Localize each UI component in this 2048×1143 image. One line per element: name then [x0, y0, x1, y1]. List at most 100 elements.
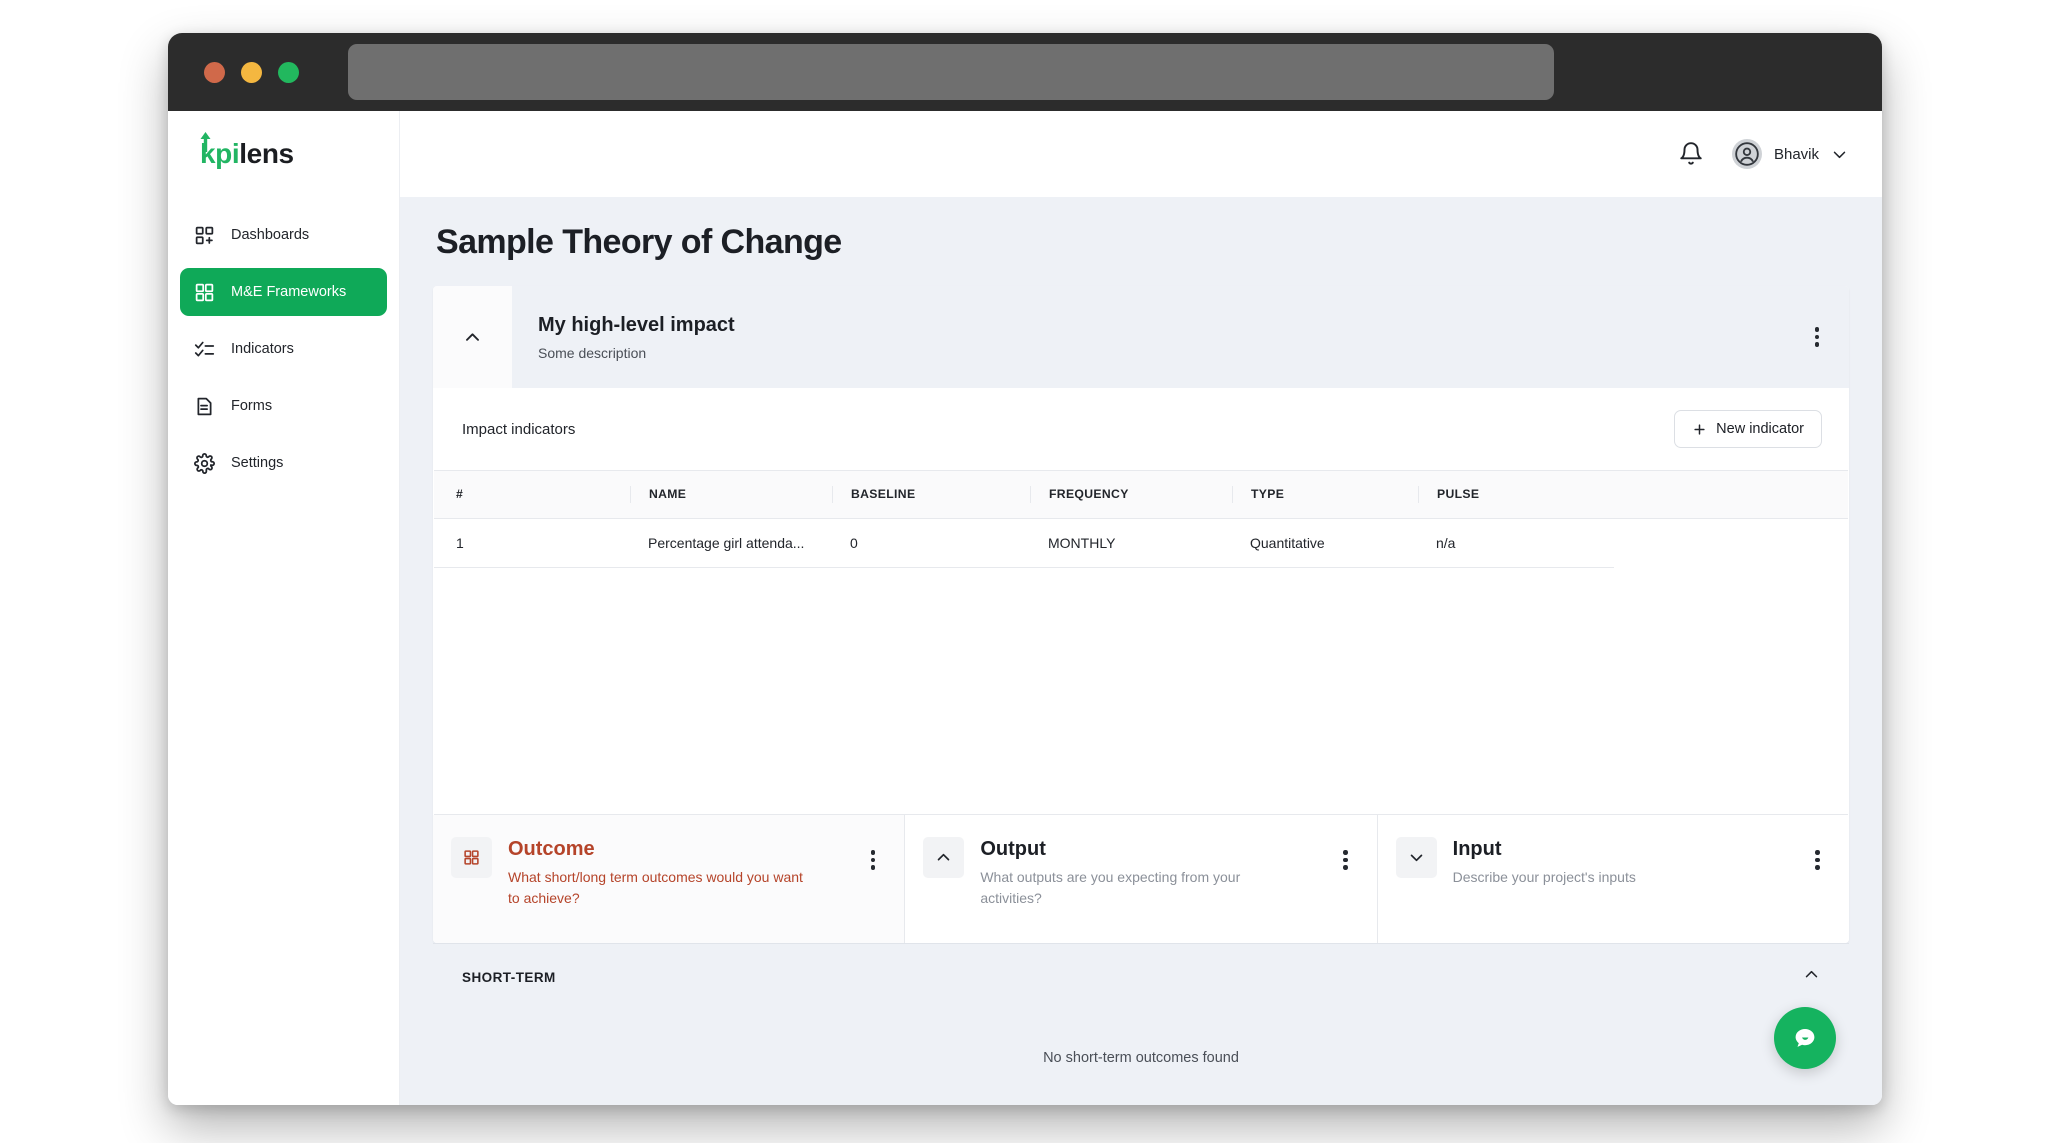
column-header-name[interactable]: NAME [630, 471, 832, 519]
chevron-down-icon [1831, 146, 1848, 163]
stage-card-outcome[interactable]: Outcome What short/long term outcomes wo… [433, 815, 905, 943]
table-body: 1 Percentage girl attenda... 0 MONTHLY Q… [434, 519, 1848, 568]
kebab-menu-icon [871, 847, 876, 873]
impact-indicators-label: Impact indicators [462, 421, 575, 438]
table-row[interactable]: 1 Percentage girl attenda... 0 MONTHLY Q… [434, 519, 1848, 568]
short-term-label: SHORT-TERM [462, 970, 556, 985]
impact-menu-button[interactable] [1785, 286, 1849, 388]
sidebar-item-label: Settings [231, 455, 283, 471]
outcome-menu-button[interactable] [858, 837, 888, 873]
stage-description: Describe your project's inputs [1453, 867, 1753, 888]
kebab-menu-icon [1815, 847, 1820, 873]
new-indicator-label: New indicator [1716, 421, 1804, 437]
table-empty-space [434, 568, 1848, 815]
input-menu-button[interactable] [1803, 837, 1833, 873]
stage-description: What outputs are you expecting from your… [980, 867, 1280, 909]
table-header-row: # NAME BASELINE FREQUENCY TYPE PULSE [434, 471, 1848, 519]
impact-description: Some description [538, 345, 1785, 361]
impact-header: My high-level impact Some description [433, 286, 1849, 388]
avatar [1732, 139, 1762, 169]
close-window-button[interactable] [204, 62, 225, 83]
sidebar-item-label: Indicators [231, 341, 294, 357]
user-menu[interactable]: Bhavik [1732, 139, 1848, 169]
stage-cards: Outcome What short/long term outcomes wo… [433, 815, 1849, 943]
user-name: Bhavik [1774, 146, 1819, 163]
kebab-menu-icon [1815, 324, 1820, 350]
sidebar-item-dashboards[interactable]: Dashboards [180, 211, 387, 259]
cell-name: Percentage girl attenda... [630, 519, 832, 568]
grid-icon [194, 282, 215, 303]
sidebar-item-label: M&E Frameworks [231, 284, 346, 300]
app-shell: kpilens Dashboards [168, 111, 1882, 1105]
sidebar-item-settings[interactable]: Settings [180, 439, 387, 487]
output-menu-button[interactable] [1331, 837, 1361, 873]
stage-title: Outcome [508, 838, 858, 861]
chevron-down-icon [1408, 849, 1425, 866]
sidebar-item-me-frameworks[interactable]: M&E Frameworks [180, 268, 387, 316]
chat-bubble-icon [1789, 1022, 1821, 1054]
cell-number: 1 [434, 519, 630, 568]
stage-body: Output What outputs are you expecting fr… [964, 837, 1330, 909]
column-header-frequency[interactable]: FREQUENCY [1030, 471, 1232, 519]
cell-pulse: n/a [1418, 519, 1614, 568]
new-indicator-button[interactable]: New indicator [1674, 410, 1822, 448]
chevron-up-icon [935, 849, 952, 866]
output-collapse-toggle[interactable] [923, 837, 964, 878]
indicators-table-wrap: # NAME BASELINE FREQUENCY TYPE PULSE [433, 470, 1849, 815]
grid-plus-icon [194, 225, 215, 246]
zoom-window-button[interactable] [278, 62, 299, 83]
outcome-grid-icon[interactable] [451, 837, 492, 878]
cell-type: Quantitative [1232, 519, 1418, 568]
chat-widget-button[interactable] [1774, 1007, 1836, 1069]
framework-card: My high-level impact Some description Im… [433, 286, 1849, 943]
main-area: Bhavik Sample Theory of Change [400, 111, 1882, 1105]
sidebar-item-indicators[interactable]: Indicators [180, 325, 387, 373]
impact-title: My high-level impact [538, 314, 1785, 337]
sidebar-nav: Dashboards M&E Frameworks [168, 197, 399, 487]
stage-body: Input Describe your project's inputs [1437, 837, 1803, 888]
bell-icon[interactable] [1678, 141, 1704, 167]
minimize-window-button[interactable] [241, 62, 262, 83]
kebab-menu-icon [1343, 847, 1348, 873]
stage-description: What short/long term outcomes would you … [508, 867, 808, 909]
column-header-type[interactable]: TYPE [1232, 471, 1418, 519]
column-header-number[interactable]: # [434, 471, 630, 519]
document-icon [194, 396, 215, 417]
page-content: Sample Theory of Change My high-level im… [400, 197, 1882, 1105]
screenshot-root: kpilens Dashboards [0, 0, 2048, 1143]
cell-actions [1614, 519, 1848, 568]
column-header-baseline[interactable]: BASELINE [832, 471, 1030, 519]
short-term-empty-state: No short-term outcomes found [433, 1010, 1849, 1105]
brand-name-second: lens [239, 138, 293, 170]
traffic-light-buttons [204, 62, 299, 83]
stage-card-output[interactable]: Output What outputs are you expecting fr… [905, 815, 1377, 943]
checklist-icon [194, 339, 215, 360]
column-header-pulse[interactable]: PULSE [1418, 471, 1614, 519]
stage-title: Output [980, 838, 1330, 861]
indicators-toolbar: Impact indicators New indicator [433, 388, 1849, 470]
plus-icon [1692, 422, 1707, 437]
sidebar-item-forms[interactable]: Forms [180, 382, 387, 430]
top-bar: Bhavik [400, 111, 1882, 197]
impact-text-block: My high-level impact Some description [512, 286, 1785, 388]
address-bar[interactable] [348, 44, 1554, 100]
table-header: # NAME BASELINE FREQUENCY TYPE PULSE [434, 471, 1848, 519]
sidebar-item-label: Dashboards [231, 227, 309, 243]
stage-card-input[interactable]: Input Describe your project's inputs [1378, 815, 1849, 943]
column-header-actions [1614, 471, 1848, 519]
stage-body: Outcome What short/long term outcomes wo… [492, 837, 858, 909]
chevron-up-icon [1803, 966, 1820, 988]
input-expand-toggle[interactable] [1396, 837, 1437, 878]
browser-titlebar [168, 33, 1882, 111]
cell-baseline: 0 [832, 519, 1030, 568]
stage-title: Input [1453, 838, 1803, 861]
brand-logo[interactable]: kpilens [168, 111, 399, 197]
short-term-section-header[interactable]: SHORT-TERM [433, 943, 1849, 1010]
sidebar: kpilens Dashboards [168, 111, 400, 1105]
indicators-table: # NAME BASELINE FREQUENCY TYPE PULSE [434, 470, 1848, 568]
cell-frequency: MONTHLY [1030, 519, 1232, 568]
chevron-up-icon [463, 328, 482, 347]
impact-collapse-toggle[interactable] [433, 286, 512, 388]
gear-icon [194, 453, 215, 474]
browser-window: kpilens Dashboards [168, 33, 1882, 1105]
